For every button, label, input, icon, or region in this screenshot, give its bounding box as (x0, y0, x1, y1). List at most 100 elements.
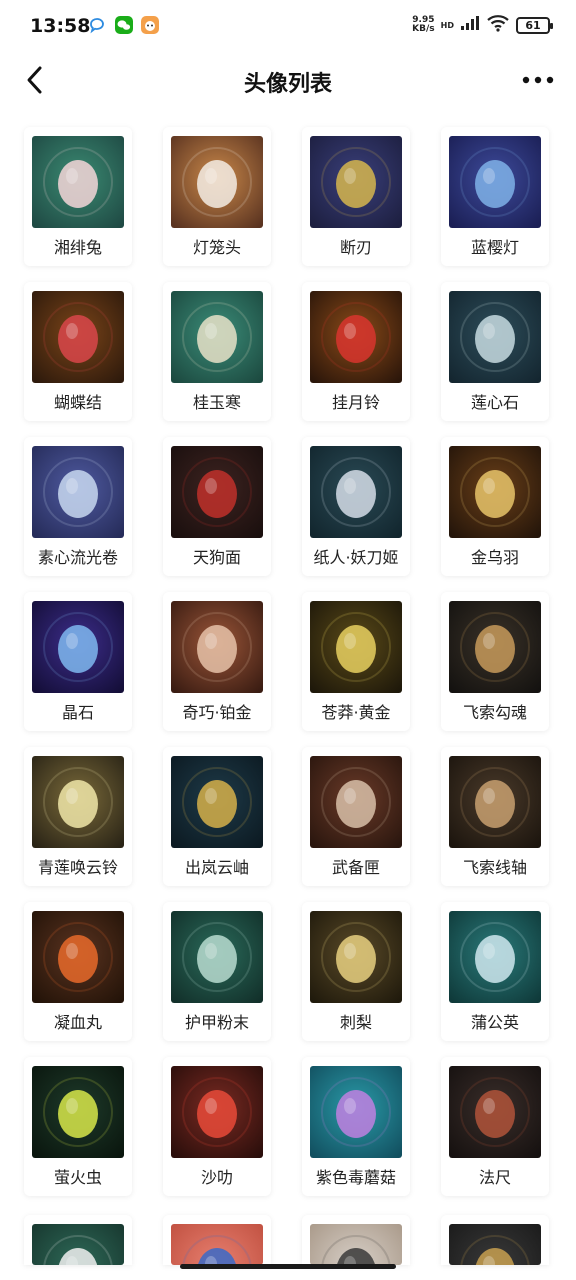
avatar-label: 桂玉寒 (192, 393, 241, 412)
avatar-label: 青莲唤云铃 (37, 858, 118, 877)
avatar-card[interactable]: 沙叻 (163, 1057, 271, 1196)
app-cat-icon (140, 15, 160, 35)
avatar-label: 凝血丸 (53, 1013, 102, 1032)
avatar-label: 奇巧·铂金 (182, 703, 252, 722)
network-speed: 9.95 KB/s (412, 15, 435, 34)
avatar-card[interactable]: 金乌羽 (441, 437, 549, 576)
avatar-card[interactable]: 断刃 (302, 127, 410, 266)
avatar-card[interactable]: 天狗面 (163, 437, 271, 576)
avatar-label: 金乌羽 (470, 548, 519, 567)
avatar-card[interactable]: 萤火虫 (24, 1057, 132, 1196)
avatar-card[interactable]: 紫色毒蘑菇 (302, 1057, 410, 1196)
avatar-card[interactable] (163, 1215, 271, 1265)
avatar-label: 飞索线轴 (462, 858, 527, 877)
avatar-card[interactable]: 素心流光卷 (24, 437, 132, 576)
avatar-image (310, 446, 402, 538)
more-options-button[interactable] (516, 60, 560, 100)
avatar-image (449, 601, 541, 693)
avatar-card[interactable] (24, 1215, 132, 1265)
avatar-label: 晶石 (61, 703, 94, 722)
avatar-image (171, 446, 263, 538)
avatar-card[interactable]: 晶石 (24, 592, 132, 731)
avatar-card[interactable]: 蒲公英 (441, 902, 549, 1041)
avatar-image (171, 291, 263, 383)
avatar-card[interactable]: 纸人·妖刀姬 (302, 437, 410, 576)
avatar-label: 湘绯兔 (53, 238, 102, 257)
avatar-card[interactable]: 苍莽·黄金 (302, 592, 410, 731)
avatar-image (449, 136, 541, 228)
avatar-card[interactable] (302, 1215, 410, 1265)
avatar-card[interactable]: 莲心石 (441, 282, 549, 421)
avatar-card[interactable]: 蓝樱灯 (441, 127, 549, 266)
wifi-icon (486, 14, 510, 36)
avatar-image (310, 291, 402, 383)
avatar-card[interactable]: 出岚云岫 (163, 747, 271, 886)
wechat-icon (114, 15, 134, 35)
avatar-image (310, 756, 402, 848)
avatar-label: 紫色毒蘑菇 (315, 1168, 396, 1187)
avatar-label: 萤火虫 (53, 1168, 102, 1187)
avatar-label: 蝴蝶结 (53, 393, 102, 412)
signal-icon (460, 15, 480, 35)
avatar-image (32, 601, 124, 693)
avatar-image (449, 291, 541, 383)
avatar-label: 武备匣 (331, 858, 380, 877)
avatar-card[interactable]: 湘绯兔 (24, 127, 132, 266)
avatar-image (171, 756, 263, 848)
avatar-card[interactable]: 灯笼头 (163, 127, 271, 266)
avatar-label: 法尺 (478, 1168, 511, 1187)
avatar-card[interactable]: 飞索勾魂 (441, 592, 549, 731)
avatar-card[interactable]: 挂月铃 (302, 282, 410, 421)
hd-badge: HD (440, 20, 454, 30)
notification-icons (88, 15, 160, 35)
home-indicator (180, 1264, 396, 1269)
battery-indicator: 61 (516, 16, 553, 34)
avatar-grid-partial-row (24, 1215, 552, 1265)
avatar-label: 纸人·妖刀姬 (313, 548, 399, 567)
avatar-label: 素心流光卷 (37, 548, 118, 567)
avatar-label: 断刃 (339, 238, 372, 257)
avatar-label: 灯笼头 (192, 238, 241, 257)
avatar-grid: 湘绯兔 灯笼头 断刃 蓝樱灯蝴蝶结 桂玉寒 挂月铃 莲心石素心流光卷 天狗面 纸人·妖刀姬 金乌羽… (24, 127, 552, 1196)
avatar-image (449, 911, 541, 1003)
avatar-label: 天狗面 (192, 548, 241, 567)
avatar-card[interactable] (441, 1215, 549, 1265)
avatar-label: 飞索勾魂 (462, 703, 527, 722)
avatar-label: 护甲粉末 (184, 1013, 249, 1032)
avatar-card[interactable]: 法尺 (441, 1057, 549, 1196)
avatar-image (171, 1224, 263, 1265)
avatar-card[interactable]: 飞索线轴 (441, 747, 549, 886)
nav-bar: 头像列表 (0, 52, 576, 110)
avatar-image (449, 756, 541, 848)
avatar-image (449, 446, 541, 538)
avatar-card[interactable]: 桂玉寒 (163, 282, 271, 421)
avatar-card[interactable]: 护甲粉末 (163, 902, 271, 1041)
avatar-image (32, 1224, 124, 1265)
avatar-image (310, 1224, 402, 1265)
more-dots-icon (522, 76, 554, 84)
page-title: 头像列表 (243, 72, 332, 97)
avatar-image (310, 136, 402, 228)
avatar-card[interactable]: 武备匣 (302, 747, 410, 886)
avatar-label: 蓝樱灯 (470, 238, 519, 257)
avatar-image (32, 136, 124, 228)
avatar-image (310, 1066, 402, 1158)
avatar-image (32, 1066, 124, 1158)
avatar-image (171, 601, 263, 693)
avatar-image (171, 136, 263, 228)
avatar-image (171, 911, 263, 1003)
avatar-card[interactable]: 青莲唤云铃 (24, 747, 132, 886)
status-right: 9.95 KB/s HD 61 (412, 14, 553, 36)
avatar-image (32, 911, 124, 1003)
chat-bubble-icon (88, 15, 108, 35)
avatar-card[interactable]: 刺梨 (302, 902, 410, 1041)
avatar-image (32, 756, 124, 848)
status-time: 13:58 (30, 15, 91, 37)
avatar-image (310, 911, 402, 1003)
avatar-image (32, 291, 124, 383)
avatar-card[interactable]: 蝴蝶结 (24, 282, 132, 421)
avatar-card[interactable]: 凝血丸 (24, 902, 132, 1041)
avatar-card[interactable]: 奇巧·铂金 (163, 592, 271, 731)
avatar-label: 刺梨 (339, 1013, 372, 1032)
avatar-image (32, 446, 124, 538)
